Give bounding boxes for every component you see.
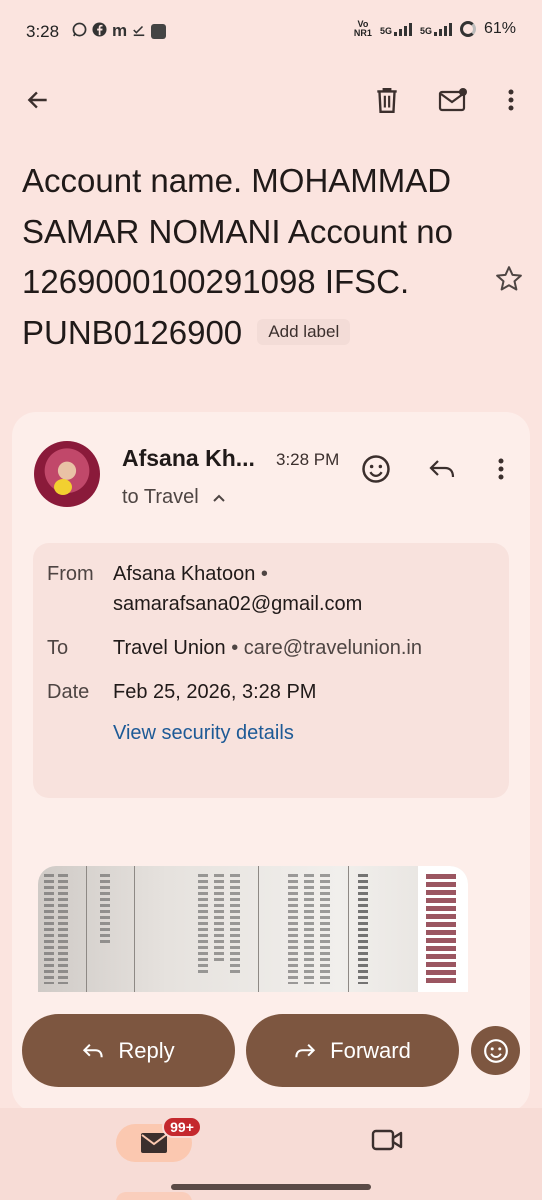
subject-text: Account name. MOHAMMAD SAMAR NOMANI Acco… bbox=[22, 162, 453, 351]
nav-meet-video-icon[interactable] bbox=[371, 1128, 403, 1156]
avatar-detail bbox=[54, 479, 72, 495]
reply-icon[interactable] bbox=[424, 451, 460, 487]
from-label: From bbox=[47, 563, 94, 585]
back-arrow-icon[interactable] bbox=[22, 84, 54, 116]
sender-name[interactable]: Afsana Kh... bbox=[122, 445, 255, 472]
messenger-m-icon: m bbox=[112, 21, 128, 40]
mark-unread-icon[interactable] bbox=[437, 84, 469, 116]
attachment-image-preview[interactable] bbox=[38, 866, 468, 992]
gesture-home-bar[interactable] bbox=[171, 1184, 371, 1190]
from-email[interactable]: samarafsana02@gmail.com bbox=[113, 589, 493, 619]
to-label: To bbox=[47, 637, 69, 659]
more-vert-icon[interactable] bbox=[495, 84, 527, 116]
signal-1-icon: 5G bbox=[380, 22, 412, 36]
view-security-details-link[interactable]: View security details bbox=[113, 722, 294, 745]
to-email[interactable]: care@travelunion.in bbox=[244, 637, 422, 659]
download-done-icon bbox=[132, 23, 146, 40]
forward-label: Forward bbox=[330, 1037, 411, 1063]
network-5g-label-2: 5G bbox=[419, 26, 432, 36]
mail-icon bbox=[141, 1133, 167, 1153]
scan-text-column bbox=[44, 874, 54, 984]
date-value: Feb 25, 2026, 3:28 PM bbox=[113, 681, 317, 703]
add-label-chip[interactable]: Add label bbox=[257, 318, 351, 345]
scan-text-column bbox=[214, 874, 224, 964]
emoji-react-icon[interactable] bbox=[358, 451, 394, 487]
scan-text-column bbox=[198, 874, 208, 974]
scan-text-column bbox=[288, 874, 298, 984]
sender-avatar[interactable] bbox=[34, 441, 100, 507]
scan-line bbox=[86, 866, 87, 992]
forward-button[interactable]: Forward bbox=[246, 1014, 459, 1087]
partial-nav-item bbox=[116, 1192, 192, 1200]
scan-text-column bbox=[304, 874, 314, 984]
scan-line bbox=[134, 866, 135, 992]
top-app-bar bbox=[0, 64, 542, 136]
recipient-summary[interactable]: to Travel bbox=[122, 486, 226, 509]
reply-arrow-icon bbox=[83, 1043, 104, 1057]
signal-2-icon: 5G bbox=[420, 22, 452, 36]
system-indicators: Vo NR1 5G 5G 61% bbox=[354, 20, 516, 38]
message-time: 3:28 PM bbox=[276, 450, 340, 469]
volte-indicator: Vo NR1 bbox=[353, 19, 372, 38]
email-subject: Account name. MOHAMMAD SAMAR NOMANI Acco… bbox=[22, 156, 492, 358]
app-square-icon bbox=[151, 23, 167, 39]
whatsapp-icon bbox=[72, 22, 87, 40]
scan-line bbox=[348, 866, 349, 992]
message-more-icon[interactable] bbox=[483, 451, 519, 487]
status-time: 3:28 bbox=[26, 22, 60, 41]
network-5g-label-1: 5G bbox=[379, 26, 392, 36]
scan-line bbox=[258, 866, 259, 992]
delete-icon[interactable] bbox=[371, 84, 403, 116]
smile-icon bbox=[483, 1038, 508, 1063]
to-value: Travel Union • care@travelunion.in bbox=[113, 637, 422, 659]
scan-text-column bbox=[58, 874, 68, 984]
forward-arrow-icon bbox=[295, 1043, 316, 1057]
from-name[interactable]: Afsana Khatoon bbox=[113, 563, 255, 585]
recipient-summary-text: to Travel bbox=[122, 486, 199, 508]
reply-label: Reply bbox=[118, 1037, 175, 1063]
battery-icon bbox=[459, 21, 476, 37]
status-bar: 3:28 m Vo NR1 5G 5G 61% bbox=[0, 0, 542, 64]
scan-text-column bbox=[100, 874, 110, 944]
facebook-icon bbox=[92, 22, 107, 40]
notification-icons: m bbox=[72, 21, 167, 41]
battery-percent: 61% bbox=[483, 20, 516, 37]
star-icon[interactable] bbox=[494, 264, 524, 294]
bank-logo-stamp bbox=[418, 866, 468, 992]
reply-button[interactable]: Reply bbox=[22, 1014, 235, 1087]
scan-text-column bbox=[320, 874, 330, 984]
chevron-up-icon bbox=[213, 494, 225, 502]
from-value: Afsana Khatoon • samarafsana02@gmail.com bbox=[113, 559, 493, 619]
date-label: Date bbox=[47, 681, 90, 703]
emoji-reaction-button[interactable] bbox=[471, 1026, 520, 1075]
unread-badge: 99+ bbox=[162, 1116, 202, 1138]
scan-text-column bbox=[230, 874, 240, 974]
to-name[interactable]: Travel Union bbox=[113, 637, 226, 659]
scan-text-column bbox=[358, 874, 368, 984]
